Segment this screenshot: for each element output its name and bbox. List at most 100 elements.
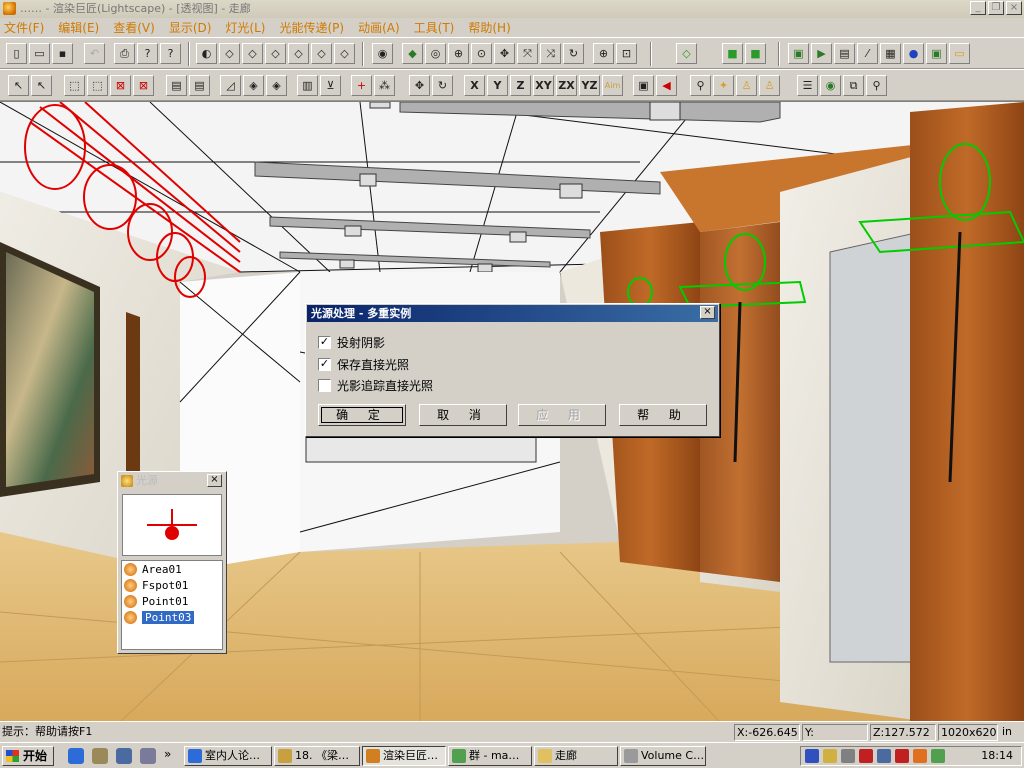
tilt-icon[interactable]: ⤨: [540, 43, 561, 64]
device-icon[interactable]: [877, 749, 891, 763]
window-icon[interactable]: ▣: [926, 43, 947, 64]
ok-button[interactable]: 确 定: [318, 404, 406, 426]
axis-y-button[interactable]: Y: [487, 75, 508, 96]
list-item[interactable]: Point03: [122, 609, 222, 625]
app-icon[interactable]: [3, 2, 16, 15]
input-k-icon[interactable]: [859, 749, 873, 763]
plane-yz-button[interactable]: YZ: [579, 75, 600, 96]
minimize-button[interactable]: _: [970, 1, 986, 15]
orbit-icon[interactable]: ◆: [402, 43, 423, 64]
open-folder-icon[interactable]: ▭: [29, 43, 50, 64]
checkbox-store-direct[interactable]: ✓: [318, 357, 331, 371]
wireframe-cube-icon[interactable]: ◇: [676, 43, 697, 64]
pen-icon[interactable]: [823, 749, 837, 763]
taskbar-item[interactable]: 18. 《梁…: [274, 746, 360, 766]
taskbar-item[interactable]: 走廊: [534, 746, 618, 766]
view-cube-3-icon[interactable]: ◇: [265, 43, 286, 64]
snap-icon[interactable]: ⁂: [374, 75, 395, 96]
select-arrow-icon[interactable]: ↖: [8, 75, 29, 96]
select-add-icon[interactable]: ⬚: [87, 75, 108, 96]
sphere-icon[interactable]: ●: [903, 43, 924, 64]
option-cast-shadow[interactable]: ✓ 投射阴影: [318, 334, 385, 350]
menu-animation[interactable]: 动画(A): [358, 19, 400, 36]
taskbar-item[interactable]: 群 - ma…: [448, 746, 532, 766]
context-help-icon[interactable]: ?: [160, 43, 181, 64]
block-icon[interactable]: ▤: [834, 43, 855, 64]
apply-button[interactable]: 应 用: [518, 404, 606, 426]
figure-tall-icon[interactable]: ♙: [759, 75, 780, 96]
desktop-icon[interactable]: [116, 748, 132, 764]
sync-icon[interactable]: [931, 749, 945, 763]
axis-x-button[interactable]: X: [464, 75, 485, 96]
texture-icon[interactable]: ▦: [880, 43, 901, 64]
zoom-region-icon[interactable]: ⊕: [448, 43, 469, 64]
rotate-icon[interactable]: ↻: [432, 75, 453, 96]
menu-help[interactable]: 帮助(H): [468, 19, 510, 36]
view-cube-5-icon[interactable]: ◇: [311, 43, 332, 64]
light-list[interactable]: Area01 Fspot01 Point01 Point03: [121, 560, 223, 650]
view-cube-6-icon[interactable]: ◇: [334, 43, 355, 64]
light-source-icon[interactable]: ⚲: [866, 75, 887, 96]
antivirus-icon[interactable]: [895, 749, 909, 763]
volume-icon[interactable]: [841, 749, 855, 763]
taskbar-item[interactable]: 室内人论…: [184, 746, 272, 766]
rotate-view-icon[interactable]: ↻: [563, 43, 584, 64]
checkbox-cast-shadow[interactable]: ✓: [318, 335, 331, 349]
taskbar-item[interactable]: 渲染巨匠…: [362, 746, 446, 766]
undo-icon[interactable]: ↶: [84, 43, 105, 64]
start-button[interactable]: 开始: [2, 746, 54, 766]
camera-icon[interactable]: ◉: [372, 43, 393, 64]
plane-xy-button[interactable]: XY: [533, 75, 554, 96]
edit-vertex-icon[interactable]: ◿: [220, 75, 241, 96]
select-query-icon[interactable]: ↖: [31, 75, 52, 96]
list-item[interactable]: Fspot01: [122, 577, 222, 593]
menu-light[interactable]: 灯光(L): [225, 19, 265, 36]
figure-stand-icon[interactable]: ♙: [736, 75, 757, 96]
zoom-window-icon[interactable]: ⊡: [616, 43, 637, 64]
layers-icon[interactable]: ☰: [797, 75, 818, 96]
view-cube-1-icon[interactable]: ◇: [219, 43, 240, 64]
help-button[interactable]: 帮 助: [619, 404, 707, 426]
render-icon[interactable]: ◐: [196, 43, 217, 64]
solid-cube-icon[interactable]: ■: [722, 43, 743, 64]
close-button[interactable]: ×: [1006, 1, 1022, 15]
menu-file[interactable]: 文件(F): [4, 19, 44, 36]
quicklaunch-more[interactable]: »: [164, 747, 171, 761]
list-item[interactable]: Point01: [122, 593, 222, 609]
menu-view[interactable]: 查看(V): [113, 19, 155, 36]
figure-run-icon[interactable]: ⚲: [690, 75, 711, 96]
aim-button[interactable]: Aim: [602, 75, 623, 96]
option-raytrace-direct[interactable]: 光影追踪直接光照: [318, 377, 433, 393]
cancel-button[interactable]: 取 消: [419, 404, 507, 426]
save-icon[interactable]: ▪: [52, 43, 73, 64]
select-remove-icon[interactable]: ⊠: [110, 75, 131, 96]
walk-icon[interactable]: ⤧: [517, 43, 538, 64]
shaded-cube-icon[interactable]: ■: [745, 43, 766, 64]
menu-edit[interactable]: 编辑(E): [58, 19, 99, 36]
layer-icon[interactable]: ▶: [811, 43, 832, 64]
view-cube-2-icon[interactable]: ◇: [242, 43, 263, 64]
checkbox-raytrace-direct[interactable]: [318, 378, 331, 392]
option-store-direct[interactable]: ✓ 保存直接光照: [318, 356, 409, 372]
light-aim-icon[interactable]: ◀: [656, 75, 677, 96]
mail-icon[interactable]: [92, 748, 108, 764]
dolly-icon[interactable]: ◎: [425, 43, 446, 64]
menu-display[interactable]: 显示(D): [169, 19, 212, 36]
ie-icon[interactable]: [68, 748, 84, 764]
zoom-extents-icon[interactable]: ⊕: [593, 43, 614, 64]
panel-close-button[interactable]: ×: [207, 474, 222, 487]
view-cube-4-icon[interactable]: ◇: [288, 43, 309, 64]
instance-icon[interactable]: ⧉: [843, 75, 864, 96]
new-file-icon[interactable]: ▯: [6, 43, 27, 64]
material-icon[interactable]: ▣: [788, 43, 809, 64]
network-icon[interactable]: [805, 749, 819, 763]
menu-tools[interactable]: 工具(T): [414, 19, 455, 36]
axis-z-button[interactable]: Z: [510, 75, 531, 96]
restore-button[interactable]: ❐: [988, 1, 1004, 15]
zoom-icon[interactable]: ⊙: [471, 43, 492, 64]
ime-icon[interactable]: [913, 749, 927, 763]
move-icon[interactable]: ✥: [409, 75, 430, 96]
copy-icon[interactable]: ▤: [166, 75, 187, 96]
paste-icon[interactable]: ▤: [189, 75, 210, 96]
figure-walk-icon[interactable]: ✦: [713, 75, 734, 96]
